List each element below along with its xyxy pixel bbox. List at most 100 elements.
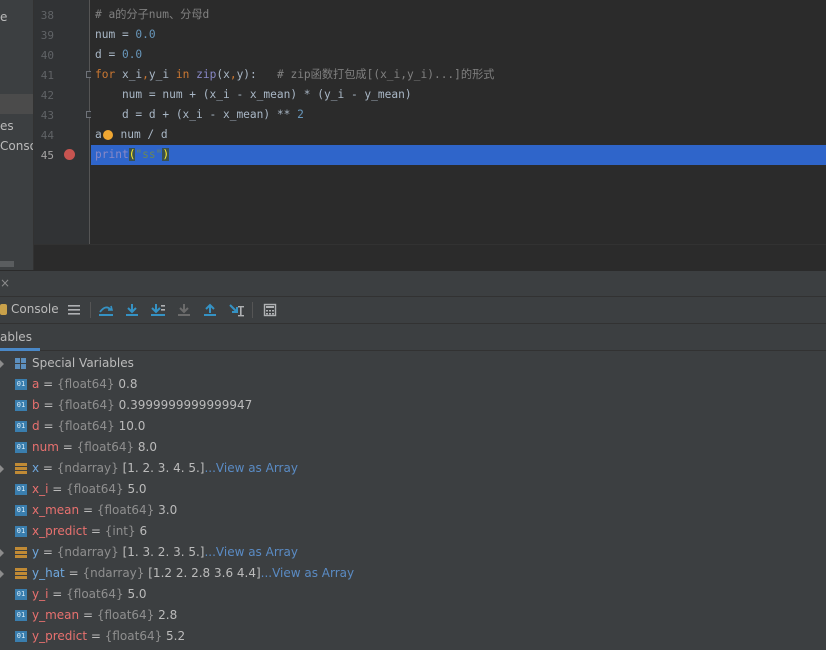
project-item[interactable]: es bbox=[0, 119, 14, 133]
force-step-into-icon[interactable] bbox=[175, 301, 193, 319]
code-token: ) bbox=[162, 148, 170, 161]
code-line[interactable]: # a的分子num、分母d bbox=[95, 5, 209, 25]
variable-value: 8.0 bbox=[137, 440, 158, 454]
variable-name: x_predict bbox=[32, 524, 88, 538]
project-selected-item[interactable] bbox=[0, 94, 33, 114]
code-token: print bbox=[95, 148, 129, 161]
step-into-icon[interactable] bbox=[123, 301, 141, 319]
expand-arrow-icon[interactable] bbox=[0, 360, 4, 368]
view-as-array-link[interactable]: ...View as Array bbox=[204, 461, 297, 475]
tab-console-label: Console bbox=[11, 302, 59, 316]
line-number: 40 bbox=[40, 49, 54, 62]
line-number: 45 bbox=[40, 149, 54, 162]
step-over-icon[interactable] bbox=[97, 301, 115, 319]
step-into-my-code-icon[interactable] bbox=[149, 301, 167, 319]
intention-bulb-icon[interactable] bbox=[102, 130, 113, 140]
variable-value: 0.8 bbox=[118, 377, 138, 391]
current-line-highlight bbox=[91, 145, 826, 165]
code-token: in bbox=[175, 68, 190, 81]
debug-panel-header: × bbox=[0, 270, 826, 296]
code-line[interactable]: num = 0.0 bbox=[95, 25, 156, 45]
evaluate-expression-icon[interactable] bbox=[261, 301, 279, 319]
code-token: d = d + (x_i - x_mean) ** bbox=[95, 108, 298, 121]
variable-name: x_i bbox=[32, 482, 49, 496]
project-scrollbar[interactable] bbox=[0, 261, 14, 267]
run-to-cursor-icon[interactable] bbox=[227, 301, 245, 319]
variable-type: {float64} bbox=[66, 587, 124, 601]
variable-name: x_mean bbox=[32, 503, 80, 517]
view-as-array-link[interactable]: ...View as Array bbox=[261, 566, 354, 580]
view-as-array-link[interactable]: ...View as Array bbox=[204, 545, 297, 559]
code-token: # a的分子num、分母d bbox=[95, 8, 210, 21]
variable-type: {ndarray} bbox=[56, 461, 119, 475]
expand-arrow-icon[interactable] bbox=[0, 465, 4, 473]
breakpoint-icon[interactable] bbox=[64, 149, 75, 160]
line-number: 41 bbox=[40, 69, 54, 82]
tab-variables[interactable]: ables bbox=[0, 330, 32, 344]
variable-value: [1.2 2. 2.8 3.6 4.4] bbox=[148, 566, 261, 580]
variable-name: d bbox=[32, 419, 40, 433]
variable-value: 2.8 bbox=[158, 608, 178, 622]
variable-value: 10.0 bbox=[118, 419, 146, 433]
code-line[interactable]: for x_i,y_i in zip(x,y): # zip函数打包成[(x_i… bbox=[95, 65, 494, 85]
variable-value: 5.0 bbox=[127, 587, 147, 601]
variable-icon: 01 bbox=[15, 379, 27, 390]
variable-icon: 01 bbox=[15, 505, 27, 516]
project-item-console[interactable]: Conso bbox=[0, 139, 33, 153]
code-token: for bbox=[95, 68, 116, 81]
expand-arrow-icon[interactable] bbox=[0, 549, 4, 557]
toolbar-divider bbox=[252, 302, 253, 318]
special-variables-icon bbox=[15, 358, 27, 369]
variable-value: 6 bbox=[139, 524, 148, 538]
variable-icon: 01 bbox=[15, 610, 27, 621]
code-line[interactable]: a num / d bbox=[95, 125, 168, 145]
variable-type: {float64} bbox=[57, 398, 115, 412]
editor-footer bbox=[34, 244, 826, 270]
toolbar-divider bbox=[90, 302, 91, 318]
code-token: (x bbox=[216, 68, 230, 81]
variable-icon: 01 bbox=[15, 484, 27, 495]
variable-name: y_i bbox=[32, 587, 49, 601]
variable-name: x bbox=[32, 461, 40, 475]
close-icon[interactable]: × bbox=[0, 276, 10, 290]
variable-type: {int} bbox=[104, 524, 136, 538]
variable-value: [1. 2. 3. 4. 5.] bbox=[122, 461, 205, 475]
code-token: 0.0 bbox=[121, 48, 143, 61]
code-line[interactable]: d = 0.0 bbox=[95, 45, 142, 65]
array-icon bbox=[15, 568, 27, 579]
code-line[interactable]: d = d + (x_i - x_mean) ** 2 bbox=[95, 105, 304, 125]
special-variables-label: Special Variables bbox=[32, 356, 134, 370]
variable-name: y bbox=[32, 545, 40, 559]
variable-value: 0.3999999999999947 bbox=[118, 398, 253, 412]
code-editor[interactable]: # a的分子num、分母d num = 0.0 d = 0.0 for x_i,y_i… bbox=[91, 0, 826, 244]
variable-type: {float64} bbox=[66, 482, 124, 496]
code-token: 2 bbox=[297, 108, 304, 121]
tab-console[interactable]: Console bbox=[0, 302, 59, 316]
step-out-icon[interactable] bbox=[201, 301, 219, 319]
variable-type: {float64} bbox=[96, 503, 155, 517]
code-line[interactable]: print("ss") bbox=[95, 145, 170, 165]
array-icon bbox=[15, 547, 27, 558]
variable-name: b bbox=[32, 398, 40, 412]
variable-type: {ndarray} bbox=[82, 566, 145, 580]
code-token: y_i bbox=[148, 68, 176, 81]
code-token: y): bbox=[236, 68, 277, 81]
show-execution-point-icon[interactable] bbox=[65, 301, 83, 319]
variable-name: num bbox=[32, 440, 59, 454]
project-item[interactable]: e bbox=[0, 10, 7, 24]
line-number: 43 bbox=[40, 109, 54, 122]
code-token: zip bbox=[196, 68, 217, 81]
code-token: "ss" bbox=[135, 148, 163, 161]
variable-value: 3.0 bbox=[158, 503, 178, 517]
variable-type: {float64} bbox=[76, 440, 135, 454]
line-number: 39 bbox=[40, 29, 54, 42]
variable-type: {ndarray} bbox=[56, 545, 119, 559]
expand-arrow-icon[interactable] bbox=[0, 570, 4, 578]
array-icon bbox=[15, 463, 27, 474]
code-line[interactable]: num = num + (x_i - x_mean) * (y_i - y_me… bbox=[95, 85, 412, 105]
variable-icon: 01 bbox=[15, 631, 27, 642]
variable-value: 5.0 bbox=[127, 482, 147, 496]
variable-icon: 01 bbox=[15, 442, 27, 453]
line-number: 42 bbox=[40, 89, 54, 102]
console-icon bbox=[0, 304, 7, 315]
